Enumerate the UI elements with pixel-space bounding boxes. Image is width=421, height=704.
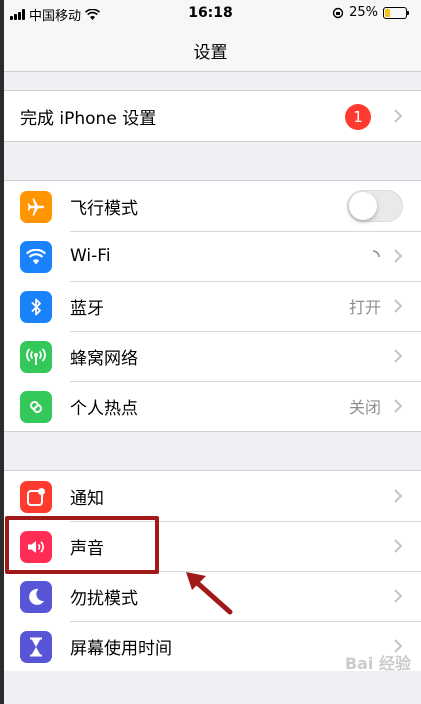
bluetooth-row[interactable]: 蓝牙 打开 (0, 281, 421, 331)
left-edge (0, 0, 4, 704)
hotspot-status: 关闭 (348, 398, 381, 417)
hotspot-label: 个人热点 (70, 398, 138, 419)
setup-group: 完成 iPhone 设置 1 (0, 90, 421, 142)
page-title: 设置 (193, 43, 228, 63)
chevron-right-icon (394, 589, 403, 603)
status-right: 25% (332, 5, 409, 20)
moon-icon (20, 581, 52, 613)
notification-icon (20, 481, 52, 513)
chevron-right-icon (394, 349, 403, 363)
screen-time-label: 屏幕使用时间 (70, 638, 172, 659)
airplane-icon (20, 191, 52, 223)
orientation-lock-icon (332, 7, 344, 18)
arrow-annotation-icon (186, 572, 233, 615)
chevron-right-icon (394, 299, 403, 313)
hourglass-icon (20, 631, 52, 663)
navigation-bar: 设置 (0, 28, 421, 72)
airplane-mode-row: 飞行模式 (0, 181, 421, 231)
battery-icon (383, 6, 409, 19)
complete-setup-label: 完成 iPhone 设置 (20, 108, 157, 129)
loading-spinner-icon (372, 250, 380, 258)
chevron-right-icon (394, 489, 403, 503)
status-bar: 中国移动 16:18 25% (0, 0, 421, 28)
hotspot-icon (20, 391, 52, 423)
complete-setup-row[interactable]: 完成 iPhone 设置 1 (0, 91, 421, 141)
notifications-row[interactable]: 通知 (0, 471, 421, 521)
battery-percent: 25% (349, 5, 378, 20)
highlight-box (5, 516, 159, 574)
airplane-mode-toggle[interactable] (347, 190, 403, 222)
wifi-label: Wi-Fi (70, 246, 111, 266)
chevron-right-icon (394, 539, 403, 553)
cellular-row[interactable]: 蜂窝网络 (0, 331, 421, 381)
do-not-disturb-label: 勿扰模式 (70, 588, 138, 609)
notification-badge: 1 (345, 104, 371, 130)
chevron-right-icon (394, 249, 403, 263)
airplane-mode-label: 飞行模式 (70, 198, 138, 219)
chevron-right-icon (394, 109, 403, 123)
bluetooth-label: 蓝牙 (70, 298, 104, 319)
notifications-label: 通知 (70, 488, 104, 509)
watermark: Bai 经验 (344, 654, 411, 673)
hotspot-row[interactable]: 个人热点 关闭 (0, 381, 421, 431)
connectivity-group: 飞行模式 Wi-Fi 蓝牙 打开 蜂窝网络 个人热点 关闭 (0, 180, 421, 432)
cellular-label: 蜂窝网络 (70, 348, 138, 369)
chevron-right-icon (394, 399, 403, 413)
wifi-row[interactable]: Wi-Fi (0, 231, 421, 281)
bluetooth-icon (20, 291, 52, 323)
bluetooth-status: 打开 (348, 298, 381, 317)
cellular-icon (20, 341, 52, 373)
wifi-icon (20, 241, 52, 273)
